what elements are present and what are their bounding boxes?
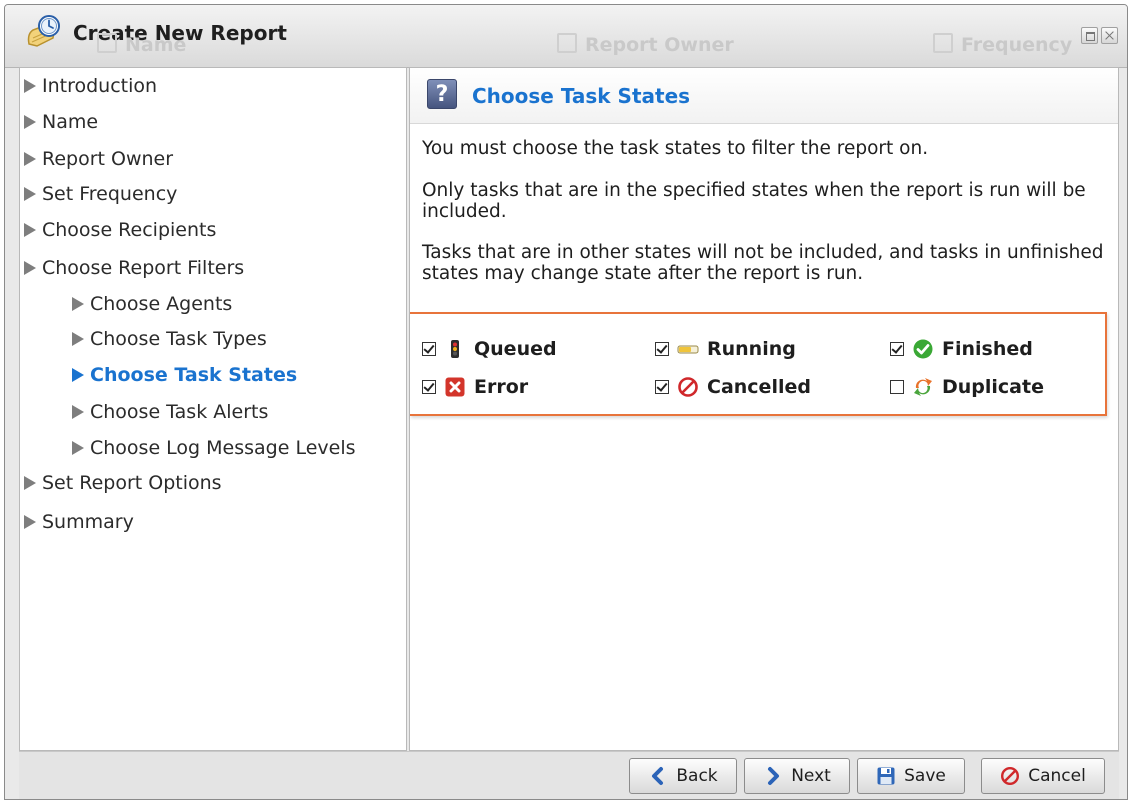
expand-arrow-icon xyxy=(24,79,36,93)
green-check-icon xyxy=(912,338,934,360)
cancel-circle-icon xyxy=(677,376,699,398)
state-error[interactable]: Error xyxy=(422,374,528,400)
nav-item-choose-log-message-levels[interactable]: Choose Log Message Levels xyxy=(72,434,356,462)
save-button[interactable]: Save xyxy=(857,758,965,794)
state-queued[interactable]: Queued xyxy=(422,336,557,362)
expand-arrow-icon xyxy=(24,115,36,129)
traffic-light-icon xyxy=(444,338,466,360)
expand-arrow-icon xyxy=(24,261,36,275)
expand-arrow-icon xyxy=(72,405,84,419)
expand-arrow-icon xyxy=(24,152,36,166)
expand-arrow-icon xyxy=(72,441,84,455)
restore-window-button[interactable] xyxy=(1081,27,1098,44)
nav-item-introduction[interactable]: Introduction xyxy=(24,72,157,100)
expand-arrow-icon xyxy=(24,223,36,237)
nav-item-summary[interactable]: Summary xyxy=(24,508,134,536)
next-arrow-icon xyxy=(763,766,783,786)
nav-item-set-frequency[interactable]: Set Frequency xyxy=(24,180,177,208)
step-title: Choose Task States xyxy=(472,84,691,108)
create-report-window: Create New Report Name Report Owner Freq… xyxy=(4,4,1128,800)
nav-item-choose-agents[interactable]: Choose Agents xyxy=(72,290,232,318)
cancelled-checkbox[interactable] xyxy=(655,380,669,394)
queued-checkbox[interactable] xyxy=(422,342,436,356)
running-checkbox[interactable] xyxy=(655,342,669,356)
background-tab-report-owner: Report Owner xyxy=(557,33,734,57)
step-content-panel: ? Choose Task States You must choose the… xyxy=(409,67,1119,751)
state-running[interactable]: Running xyxy=(655,336,796,362)
expand-arrow-icon xyxy=(72,297,84,311)
cancel-button[interactable]: Cancel xyxy=(981,758,1105,794)
nav-item-choose-task-alerts[interactable]: Choose Task Alerts xyxy=(72,398,268,426)
duplicate-icon xyxy=(912,376,934,398)
close-window-button[interactable] xyxy=(1101,27,1118,44)
expand-arrow-icon xyxy=(72,368,84,382)
cancel-circle-icon xyxy=(1000,766,1020,786)
expand-arrow-icon xyxy=(24,476,36,490)
instruction-text-2: Only tasks that are in the specified sta… xyxy=(422,180,1086,222)
red-x-icon xyxy=(444,376,466,398)
instruction-text-1: You must choose the task states to filte… xyxy=(422,138,929,159)
report-wizard-icon xyxy=(23,14,63,54)
state-cancelled[interactable]: Cancelled xyxy=(655,374,811,400)
step-header: ? Choose Task States xyxy=(410,68,1118,124)
instruction-text-3: Tasks that are in other states will not … xyxy=(422,242,1104,284)
wizard-button-bar: Back Next Save Cancel xyxy=(19,751,1119,799)
nav-item-name[interactable]: Name xyxy=(24,108,98,136)
save-disk-icon xyxy=(876,766,896,786)
duplicate-checkbox[interactable] xyxy=(890,380,904,394)
background-tab-frequency: Frequency xyxy=(933,33,1072,57)
finished-checkbox[interactable] xyxy=(890,342,904,356)
next-button[interactable]: Next xyxy=(744,758,850,794)
error-checkbox[interactable] xyxy=(422,380,436,394)
nav-item-report-owner[interactable]: Report Owner xyxy=(24,145,173,173)
nav-item-choose-task-types[interactable]: Choose Task Types xyxy=(72,325,267,353)
task-states-group: Queued Running Finished Error Cancelled … xyxy=(410,312,1107,416)
nav-item-choose-report-filters[interactable]: Choose Report Filters xyxy=(24,254,244,282)
expand-arrow-icon xyxy=(24,187,36,201)
title-bar: Create New Report Name Report Owner Freq… xyxy=(5,5,1127,68)
expand-arrow-icon xyxy=(72,332,84,346)
state-finished[interactable]: Finished xyxy=(890,336,1033,362)
wizard-steps-nav: Introduction Name Report Owner Set Frequ… xyxy=(19,67,407,751)
nav-item-choose-task-states[interactable]: Choose Task States xyxy=(72,361,297,389)
progress-bar-icon xyxy=(677,338,699,360)
expand-arrow-icon xyxy=(24,515,36,529)
nav-item-set-report-options[interactable]: Set Report Options xyxy=(24,469,222,497)
back-button[interactable]: Back xyxy=(629,758,737,794)
nav-item-choose-recipients[interactable]: Choose Recipients xyxy=(24,216,216,244)
question-icon: ? xyxy=(427,79,457,109)
state-duplicate[interactable]: Duplicate xyxy=(890,374,1044,400)
back-arrow-icon xyxy=(648,766,668,786)
background-tab-name: Name xyxy=(97,33,186,57)
